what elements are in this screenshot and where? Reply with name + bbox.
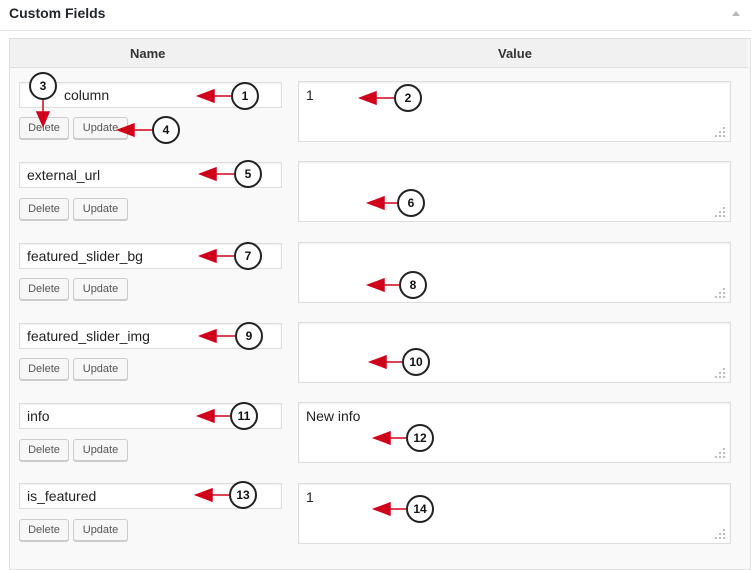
delete-button[interactable]: Delete [19,439,69,461]
resize-grip-icon[interactable] [715,207,725,217]
custom-fields-panel: Custom Fields Name Value column 1 Delete… [0,0,751,570]
field-value-textarea-info[interactable]: New info [298,402,731,463]
field-value-textarea-external-url[interactable] [298,161,731,222]
delete-button[interactable]: Delete [19,358,69,380]
field-value-text: 1 [306,87,314,103]
callout-7: 7 [234,242,262,270]
callout-14: 14 [406,495,434,523]
field-value-textarea-featured-slider-bg[interactable] [298,242,731,303]
callout-12: 12 [406,424,434,452]
callout-6: 6 [397,189,425,217]
callout-13: 13 [229,481,257,509]
callout-1: 1 [231,82,259,110]
collapse-triangle-icon[interactable] [732,11,740,16]
update-button[interactable]: Update [73,358,128,380]
delete-button[interactable]: Delete [19,117,69,139]
resize-grip-icon[interactable] [715,368,725,378]
resize-grip-icon[interactable] [715,448,725,458]
resize-grip-icon[interactable] [715,529,725,539]
update-button[interactable]: Update [73,198,128,220]
delete-button[interactable]: Delete [19,278,69,300]
delete-button[interactable]: Delete [19,519,69,541]
callout-9: 9 [235,322,263,350]
field-value-textarea-column[interactable]: 1 [298,81,731,142]
update-button[interactable]: Update [73,278,128,300]
callout-10: 10 [402,348,430,376]
callout-2: 2 [394,84,422,112]
resize-grip-icon[interactable] [715,127,725,137]
panel-header: Custom Fields [0,0,751,31]
panel-title: Custom Fields [9,5,106,21]
update-button[interactable]: Update [73,117,128,139]
update-button[interactable]: Update [73,519,128,541]
update-button[interactable]: Update [73,439,128,461]
callout-3: 3 [29,72,57,100]
field-value-textarea-is-featured[interactable]: 1 [298,483,731,544]
callout-11: 11 [230,402,258,430]
callout-4: 4 [152,116,180,144]
name-column-header: Name [130,46,166,61]
field-value-textarea-featured-slider-img[interactable] [298,322,731,383]
field-value-text: 1 [306,489,314,505]
callout-5: 5 [234,160,262,188]
delete-button[interactable]: Delete [19,198,69,220]
value-column-header: Value [498,46,532,61]
field-value-text: New info [306,408,361,424]
resize-grip-icon[interactable] [715,288,725,298]
table-header-row: Name Value [10,39,748,68]
callout-8: 8 [399,271,427,299]
